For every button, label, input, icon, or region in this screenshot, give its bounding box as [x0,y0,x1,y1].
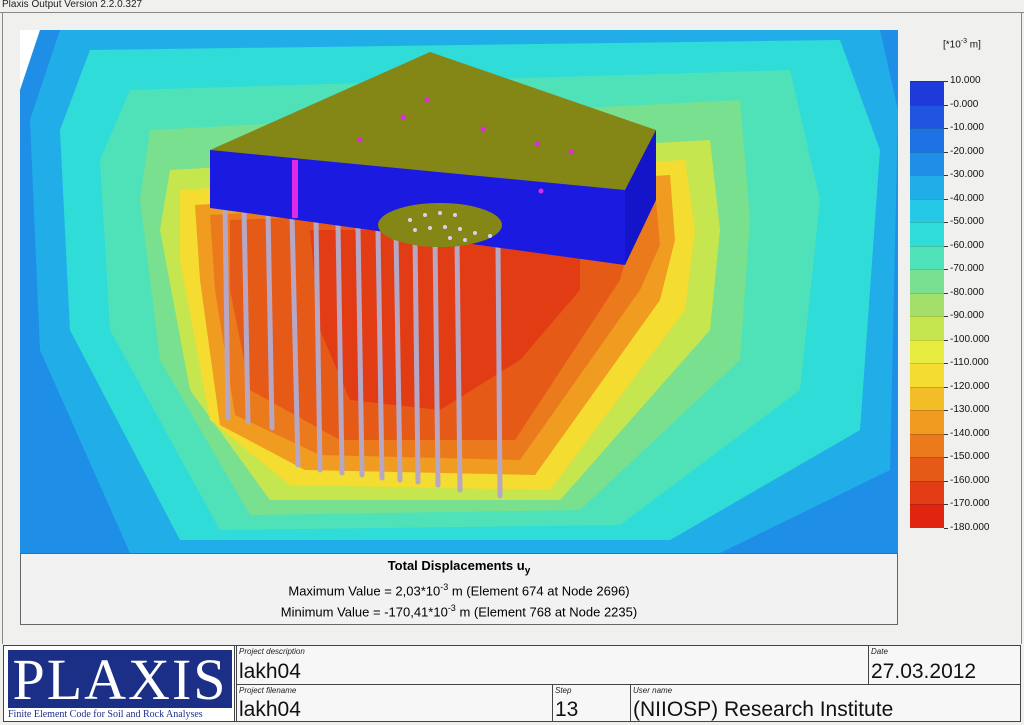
legend-swatch [910,504,944,528]
legend-swatch [910,198,944,222]
legend-label: -140.000 [950,427,990,439]
legend-label: -100.000 [950,333,990,345]
result-caption: Total Displacements uy Maximum Value = 2… [20,553,898,625]
legend-label: -170.000 [950,498,990,509]
legend-swatch [910,292,944,316]
legend-tick [944,527,948,529]
legend-label: 10.000 [950,75,981,86]
legend-swatch [910,128,944,152]
legend-tick [944,316,948,317]
legend-tick [944,433,948,435]
logo-text: PLAXIS [8,650,232,710]
frame-left-line [2,12,3,644]
legend-swatch [910,386,944,410]
plaxis-logo: PLAXIS Finite Element Code for Soil and … [3,645,235,722]
legend-label: -40.000 [950,192,984,204]
legend-label: -10.000 [950,122,984,133]
legend-swatch [910,363,944,387]
legend-label: -50.000 [950,216,984,227]
frame-right-line [1021,12,1022,644]
min-value-line: Minimum Value = -170,41*10-3 m (Element … [280,602,638,620]
legend-tick [944,480,948,482]
logo-subtitle: Finite Element Code for Soil and Rock An… [8,709,203,720]
legend-tick [944,81,948,82]
legend-tick [944,104,948,106]
legend-swatch [910,269,944,293]
step-cell: Step 13 [552,684,630,722]
legend-tick [944,504,948,505]
legend-swatch [910,410,944,434]
legend-label: -110.000 [950,357,989,368]
max-value-line: Maximum Value = 2,03*10-3 m (Element 674… [288,581,630,598]
legend-swatch [910,316,944,340]
result-title: Total Displacements uy [387,558,531,577]
contour-plot[interactable] [20,30,898,553]
legend-swatch [910,339,944,363]
legend-swatch [910,480,944,504]
legend-unit: [*10-3 m] [943,38,981,51]
legend-swatch [910,433,944,457]
project-filename-cell: Project filename lakh04 [236,684,552,722]
legend-tick [944,457,948,458]
legend-label: -0.000 [950,98,979,110]
legend-tick [944,198,948,200]
legend-label: -30.000 [950,169,984,180]
legend-swatch [910,81,944,105]
legend-swatch [910,104,944,128]
legend-swatch [910,457,944,481]
legend-tick [944,128,948,129]
wall-highlight [292,160,298,218]
legend-label: -120.000 [950,380,990,392]
legend-label: -70.000 [950,263,984,274]
project-description-cell: Project description lakh04 [236,646,868,684]
user-cell: User name (NIIOSP) Research Institute [630,684,1021,722]
legend-label: -80.000 [950,286,984,298]
legend-swatch [910,222,944,246]
legend-label: -60.000 [950,239,984,251]
date-cell: Date 27.03.2012 [868,646,1021,684]
legend-swatch [910,151,944,175]
legend-tick [944,245,948,247]
legend-tick [944,339,948,341]
window-title: Plaxis Output Version 2.2.0.327 [2,0,143,10]
legend-tick [944,222,948,223]
legend-label: -180.000 [950,521,990,533]
legend-tick [944,269,948,270]
legend-tick [944,175,948,176]
legend-tick [944,363,948,364]
legend-label: -160.000 [950,474,990,486]
legend-tick [944,292,948,294]
legend-tick [944,151,948,153]
legend-label: -90.000 [950,310,984,321]
opening-top [378,203,502,247]
legend-label: -130.000 [950,404,990,415]
legend-tick [944,386,948,388]
legend-swatch [910,245,944,269]
legend-label: -20.000 [950,145,984,157]
legend-tick [944,410,948,411]
legend-label: -150.000 [950,451,990,462]
legend-swatch [910,175,944,199]
frame-top-line [0,12,1024,13]
